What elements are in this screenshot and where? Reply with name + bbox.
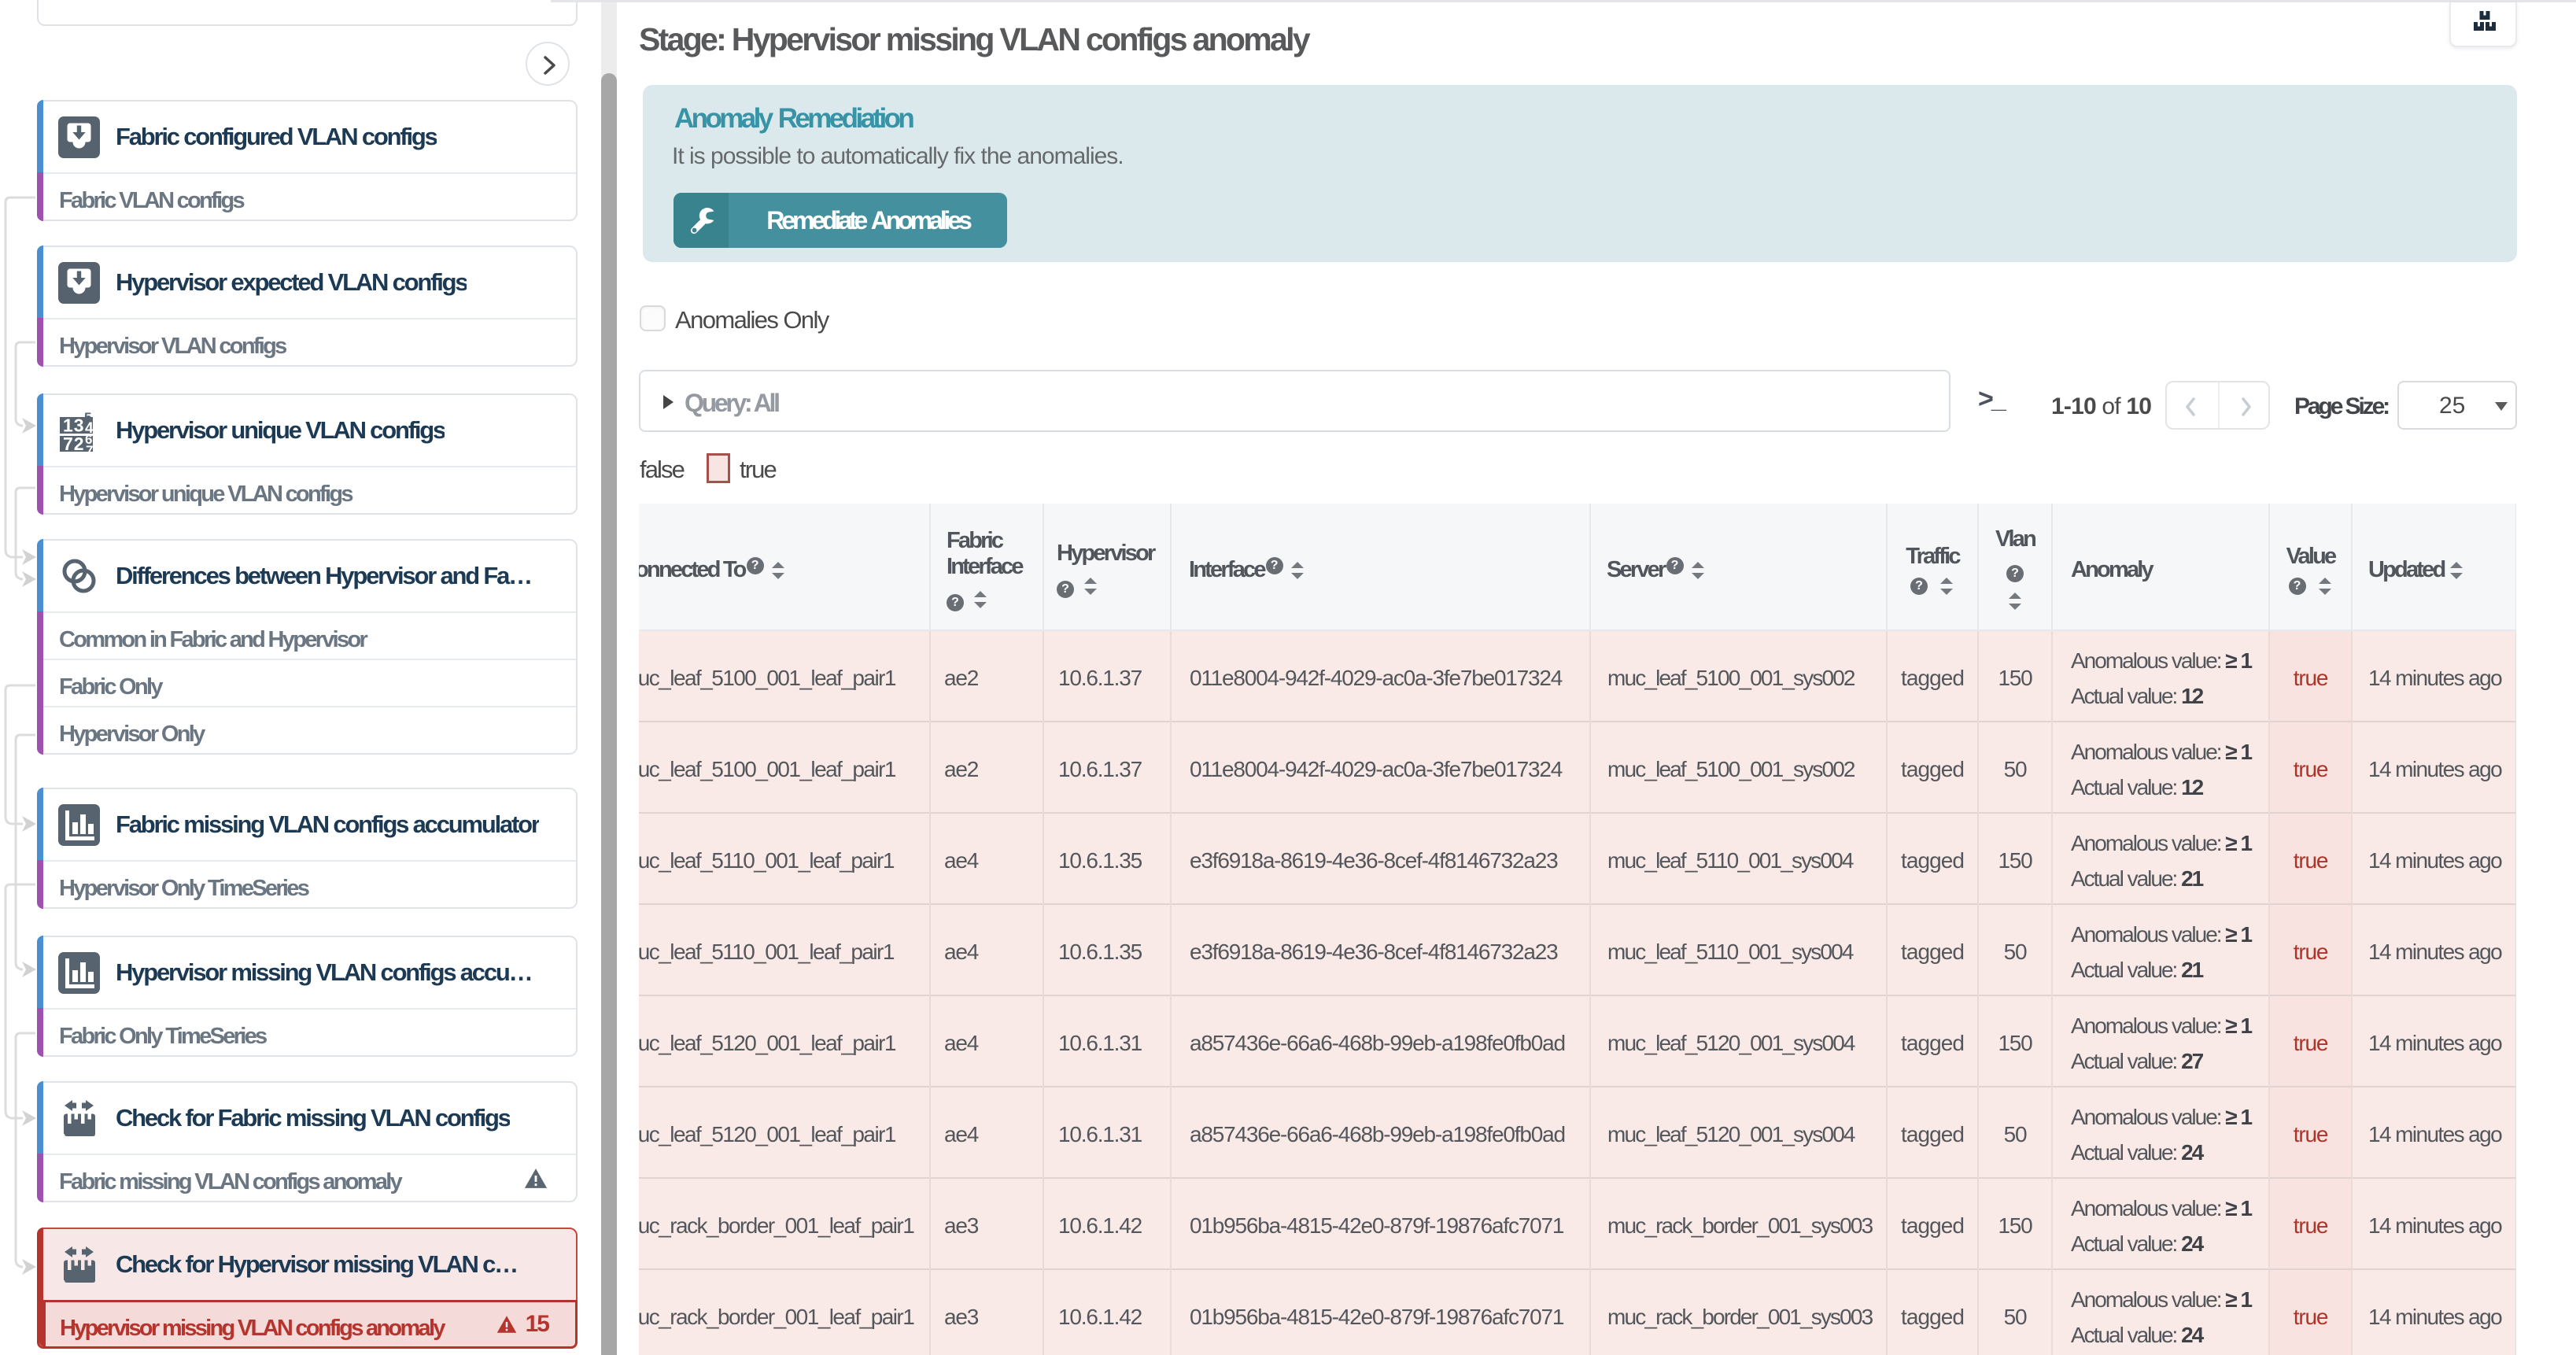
svg-text:72: 72 bbox=[63, 434, 85, 452]
svg-text:7: 7 bbox=[86, 443, 93, 452]
svg-text:13: 13 bbox=[63, 415, 85, 435]
